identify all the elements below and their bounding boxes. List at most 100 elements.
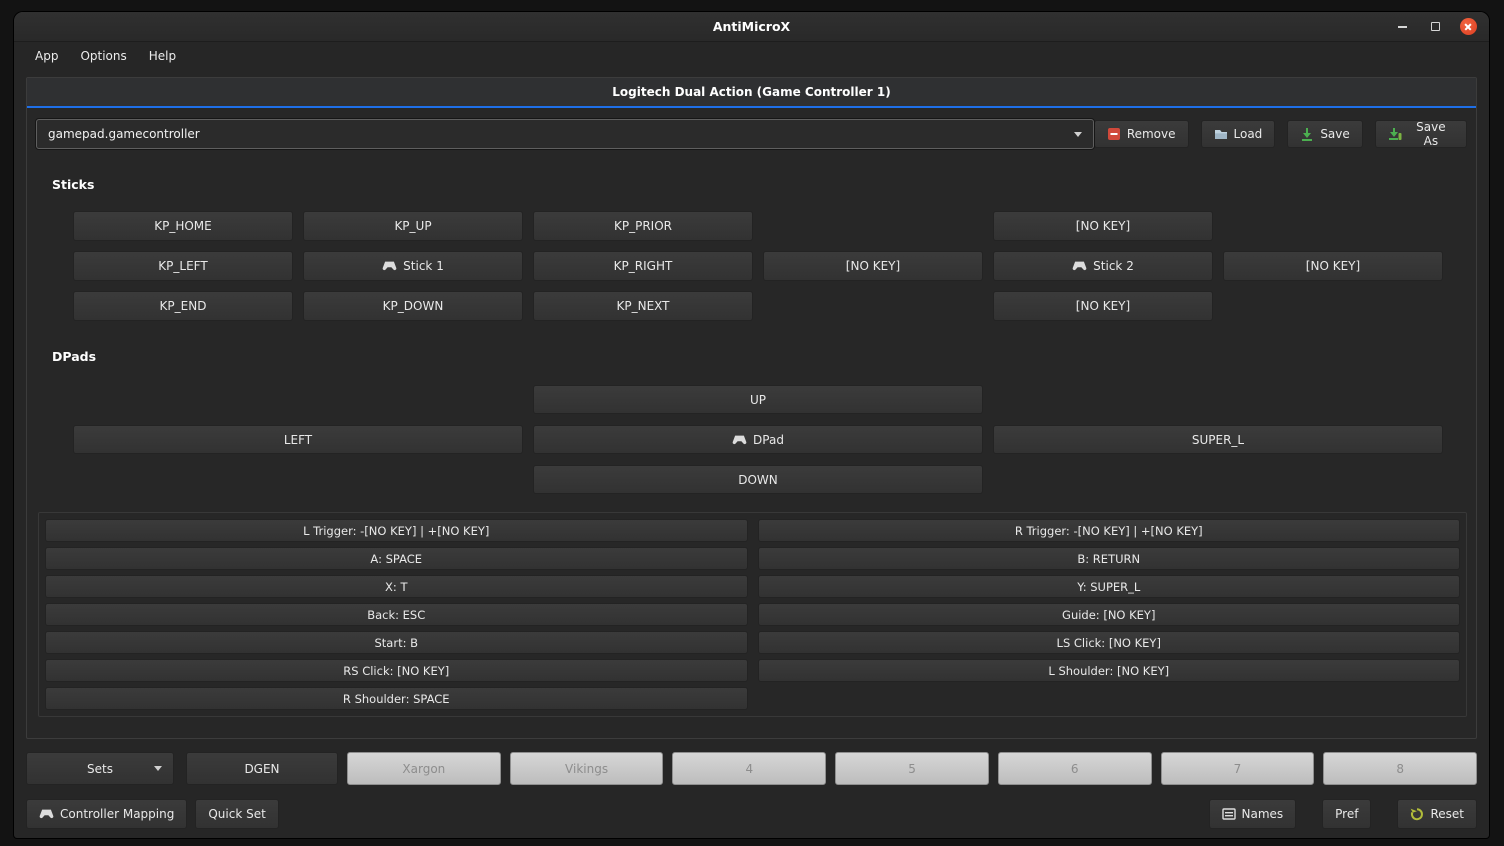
maximize-icon [1431, 22, 1440, 31]
save-button[interactable]: Save [1287, 120, 1362, 148]
load-icon [1214, 127, 1228, 141]
r-shoulder-button[interactable]: R Shoulder: SPACE [45, 687, 748, 710]
set-button-4[interactable]: 4 [672, 752, 826, 785]
stick-kp-down-button[interactable]: KP_DOWN [303, 291, 523, 321]
load-button-label: Load [1234, 127, 1263, 141]
load-button[interactable]: Load [1201, 120, 1276, 148]
l-shoulder-button[interactable]: L Shoulder: [NO KEY] [758, 659, 1461, 682]
minimize-button[interactable] [1393, 18, 1411, 36]
pref-button[interactable]: Pref [1322, 799, 1371, 829]
controller-tabwidget: Logitech Dual Action (Game Controller 1)… [26, 77, 1477, 739]
stick2-right-nokey-button[interactable]: [NO KEY] [1223, 251, 1443, 281]
menu-options[interactable]: Options [69, 42, 137, 69]
dpad-left-button[interactable]: LEFT [73, 425, 523, 454]
dpad-center-button[interactable]: DPad [533, 425, 983, 454]
stick2-label: Stick 2 [1093, 259, 1134, 273]
dpad-down-button[interactable]: DOWN [533, 465, 983, 494]
sets-selector-button[interactable]: Sets [26, 752, 174, 785]
titlebar[interactable]: AntiMicroX [14, 12, 1489, 42]
stick2-button[interactable]: Stick 2 [993, 251, 1213, 281]
set-button-7[interactable]: 7 [1161, 752, 1315, 785]
set-button-8[interactable]: 8 [1323, 752, 1477, 785]
close-icon [1460, 18, 1477, 35]
remove-icon [1107, 127, 1121, 141]
stick1-button[interactable]: Stick 1 [303, 251, 523, 281]
stick-kp-up-button[interactable]: KP_UP [303, 211, 523, 241]
menu-help[interactable]: Help [138, 42, 187, 69]
set-button-vikings[interactable]: Vikings [510, 752, 664, 785]
gamepad-icon [39, 809, 54, 819]
save-as-button-label: Save As [1408, 120, 1454, 148]
save-as-icon [1388, 127, 1402, 141]
save-as-button[interactable]: Save As [1375, 120, 1467, 148]
button-mapping-panel: L Trigger: -[NO KEY] | +[NO KEY] A: SPAC… [38, 512, 1467, 717]
button-a[interactable]: A: SPACE [45, 547, 748, 570]
rs-click-button[interactable]: RS Click: [NO KEY] [45, 659, 748, 682]
ls-click-button[interactable]: LS Click: [NO KEY] [758, 631, 1461, 654]
close-button[interactable] [1459, 18, 1477, 36]
controller-mapping-label: Controller Mapping [60, 807, 174, 821]
reset-button[interactable]: Reset [1397, 799, 1477, 829]
dpad-grid: UP LEFT DPad SUPER_L DOWN [73, 385, 1443, 494]
stick-kp-next-button[interactable]: KP_NEXT [533, 291, 753, 321]
app-window: AntiMicroX App Options Help Logitech Dua… [14, 12, 1489, 838]
gamepad-icon [382, 261, 397, 271]
reset-button-label: Reset [1430, 807, 1464, 821]
button-y[interactable]: Y: SUPER_L [758, 575, 1461, 598]
sets-row: Sets DGEN Xargon Vikings 4 5 6 7 8 [26, 752, 1477, 785]
window-controls [1393, 12, 1477, 41]
names-button[interactable]: Names [1209, 799, 1297, 829]
button-b[interactable]: B: RETURN [758, 547, 1461, 570]
set-button-5[interactable]: 5 [835, 752, 989, 785]
sticks-grid: KP_HOME KP_UP KP_PRIOR [NO KEY] KP_LEFT … [73, 211, 1443, 321]
app-body: Logitech Dual Action (Game Controller 1)… [14, 69, 1489, 838]
stick-kp-end-button[interactable]: KP_END [73, 291, 293, 321]
back-button[interactable]: Back: ESC [45, 603, 748, 626]
menu-app[interactable]: App [24, 42, 69, 69]
l-trigger-button[interactable]: L Trigger: -[NO KEY] | +[NO KEY] [45, 519, 748, 542]
stick1-label: Stick 1 [403, 259, 444, 273]
sticks-heading: Sticks [52, 177, 1476, 192]
stick-kp-left-button[interactable]: KP_LEFT [73, 251, 293, 281]
controller-tab[interactable]: Logitech Dual Action (Game Controller 1) [27, 78, 1476, 108]
set-button-xargon[interactable]: Xargon [347, 752, 501, 785]
desktop-background: AntiMicroX App Options Help Logitech Dua… [0, 0, 1504, 846]
set-button-dgen[interactable]: DGEN [186, 752, 338, 785]
profile-actions: Remove Load Save Save As [1094, 120, 1467, 148]
save-button-label: Save [1320, 127, 1349, 141]
gamepad-icon [1072, 261, 1087, 271]
stick-kp-right-button[interactable]: KP_RIGHT [533, 251, 753, 281]
guide-button[interactable]: Guide: [NO KEY] [758, 603, 1461, 626]
tab-bottom-spacer [27, 717, 1476, 738]
mapping-column-left: L Trigger: -[NO KEY] | +[NO KEY] A: SPAC… [45, 519, 748, 710]
dpads-heading: DPads [52, 349, 1476, 364]
footer-right-group: Names Pref Reset [1209, 799, 1478, 829]
quick-set-button[interactable]: Quick Set [195, 799, 278, 829]
remove-button[interactable]: Remove [1094, 120, 1189, 148]
stick-kp-home-button[interactable]: KP_HOME [73, 211, 293, 241]
save-icon [1300, 127, 1314, 141]
remove-button-label: Remove [1127, 127, 1176, 141]
window-title: AntiMicroX [713, 19, 790, 34]
gamepad-icon [732, 435, 747, 445]
dpad-right-button[interactable]: SUPER_L [993, 425, 1443, 454]
stick2-down-nokey-button[interactable]: [NO KEY] [993, 291, 1213, 321]
names-icon [1222, 808, 1236, 820]
start-button[interactable]: Start: B [45, 631, 748, 654]
mapping-column-right: R Trigger: -[NO KEY] | +[NO KEY] B: RETU… [758, 519, 1461, 710]
stick2-left-nokey-button[interactable]: [NO KEY] [763, 251, 983, 281]
chevron-down-icon [154, 766, 162, 771]
r-trigger-button[interactable]: R Trigger: -[NO KEY] | +[NO KEY] [758, 519, 1461, 542]
controller-mapping-button[interactable]: Controller Mapping [26, 799, 187, 829]
chevron-down-icon [1074, 132, 1082, 137]
maximize-button[interactable] [1426, 18, 1444, 36]
menubar: App Options Help [14, 42, 1489, 69]
set-button-6[interactable]: 6 [998, 752, 1152, 785]
profile-combobox[interactable]: gamepad.gamecontroller [36, 119, 1094, 149]
dpad-up-button[interactable]: UP [533, 385, 983, 414]
stick-kp-prior-button[interactable]: KP_PRIOR [533, 211, 753, 241]
reset-icon [1410, 807, 1424, 821]
names-button-label: Names [1242, 807, 1284, 821]
button-x[interactable]: X: T [45, 575, 748, 598]
stick2-up-nokey-button[interactable]: [NO KEY] [993, 211, 1213, 241]
